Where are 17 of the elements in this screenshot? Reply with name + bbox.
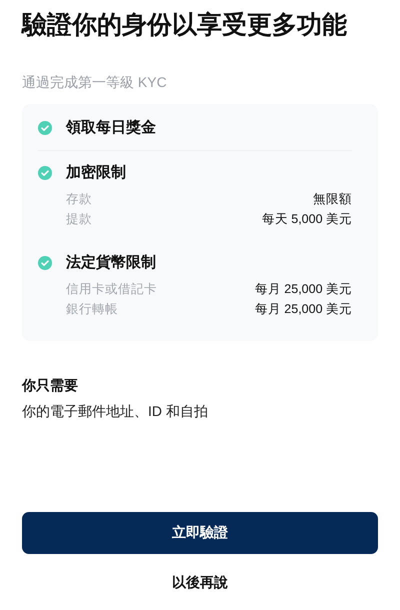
limit-value: 每天 5,000 美元 <box>262 211 352 227</box>
requirements-heading: 你只需要 <box>22 377 79 395</box>
later-button[interactable]: 以後再說 <box>164 570 236 596</box>
subtitle: 通過完成第一等級 KYC <box>22 74 168 92</box>
verify-now-button[interactable]: 立即驗證 <box>22 512 378 554</box>
limit-value: 每月 25,000 美元 <box>254 301 352 317</box>
page-title: 驗證你的身份以享受更多功能 <box>22 10 348 41</box>
limit-value: 每月 25,000 美元 <box>254 281 352 297</box>
limit-label: 信用卡或借記卡 <box>66 281 157 297</box>
limit-label: 提款 <box>66 211 92 227</box>
limit-value: 無限額 <box>313 191 352 207</box>
limit-label: 銀行轉帳 <box>66 301 118 317</box>
limit-label: 存款 <box>66 191 92 207</box>
requirements-text: 你的電子郵件地址、ID 和自拍 <box>22 403 209 421</box>
feature-title: 加密限制 <box>66 163 126 182</box>
feature-title: 法定貨幣限制 <box>66 253 156 272</box>
feature-title: 領取每日獎金 <box>66 118 156 137</box>
